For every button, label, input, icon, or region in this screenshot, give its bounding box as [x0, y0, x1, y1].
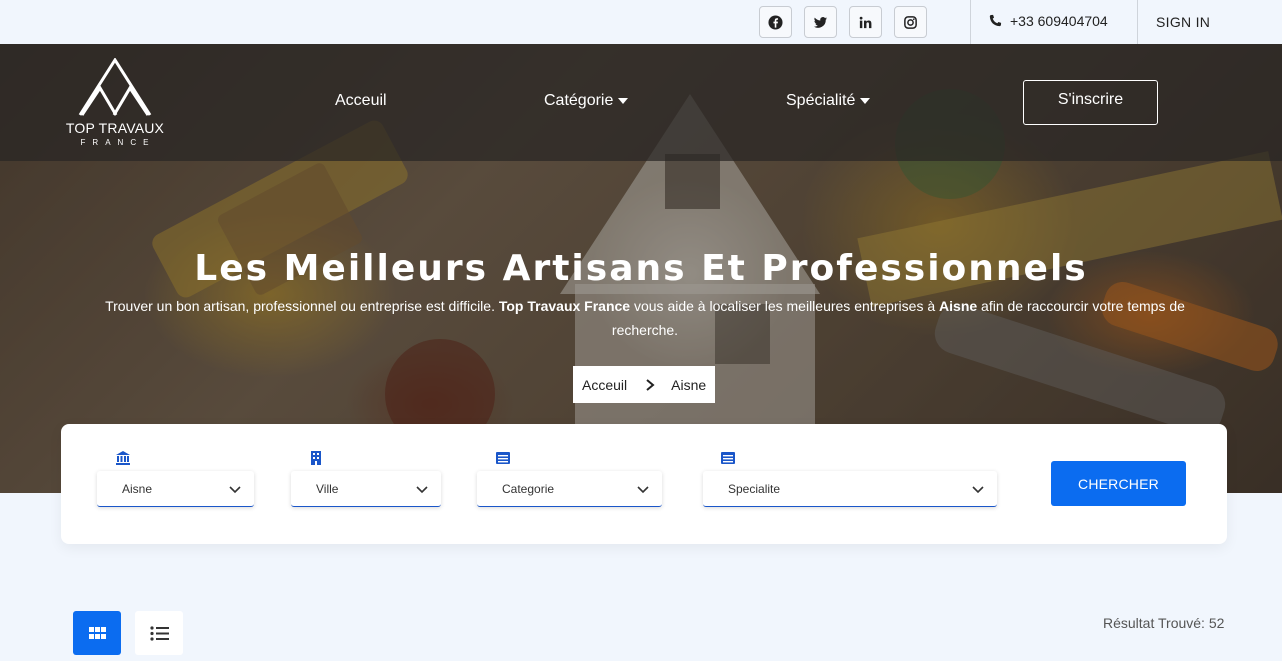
signup-button[interactable]: S'inscrire — [1023, 80, 1158, 125]
nav-specialite-label: Spécialité — [786, 92, 856, 109]
list-alt-icon — [496, 452, 510, 464]
hero-desc-text: Trouver un bon artisan, professionnel ou… — [105, 298, 499, 314]
specialite-select[interactable]: Specialite — [703, 471, 997, 507]
caret-down-icon — [618, 98, 629, 104]
breadcrumb-accueil[interactable]: Acceuil — [582, 377, 627, 393]
chevron-down-icon — [416, 486, 428, 494]
instagram-icon[interactable] — [894, 6, 927, 38]
nav-accueil-label: Acceuil — [335, 92, 387, 109]
search-button[interactable]: CHERCHER — [1051, 461, 1186, 506]
chevron-down-icon — [972, 486, 984, 494]
region-select-value: Aisne — [122, 481, 153, 496]
bank-icon — [116, 451, 130, 465]
breadcrumb-current: Aisne — [671, 376, 707, 393]
nav-specialite[interactable]: Spécialité — [786, 92, 871, 110]
topbar-divider — [970, 0, 971, 44]
specialite-select-value: Specialite — [728, 481, 781, 496]
hero-title: Les Meilleurs Artisans Et Professionnels — [194, 248, 1088, 289]
hero-desc-text: vous aide à localiser les meilleures ent… — [630, 298, 940, 314]
sign-in-link[interactable]: SIGN IN — [1156, 14, 1210, 30]
list-view-button[interactable] — [135, 611, 183, 655]
phone-number: +33 609404704 — [1010, 13, 1108, 29]
grid-icon — [88, 627, 106, 639]
grid-view-button[interactable] — [73, 611, 121, 655]
building-icon — [311, 451, 321, 465]
chevron-down-icon — [637, 486, 649, 494]
caret-down-icon — [860, 98, 871, 104]
region-select[interactable]: Aisne — [97, 471, 254, 507]
linkedin-icon[interactable] — [849, 6, 882, 38]
categorie-select[interactable]: Categorie — [477, 471, 662, 507]
main-navbar: TOP TRAVAUX FRANCE Acceuil Catégorie Spé… — [0, 44, 1282, 161]
categorie-select-value: Categorie — [502, 481, 555, 496]
list-alt-icon — [721, 452, 735, 464]
nav-categorie-label: Catégorie — [544, 92, 614, 109]
hero-desc-brand: Top Travaux France — [498, 298, 631, 314]
ville-select-value: Ville — [316, 481, 339, 496]
nav-accueil[interactable]: Acceuil — [335, 92, 387, 110]
chevron-right-icon — [646, 378, 655, 391]
hero-description: Trouver un bon artisan, professionnel ou… — [80, 294, 1210, 342]
logo-text: TOP TRAVAUX — [65, 120, 165, 136]
facebook-icon[interactable] — [759, 6, 792, 38]
hero-desc-city: Aisne — [939, 298, 978, 314]
topbar-divider — [1137, 0, 1138, 44]
phone-icon — [989, 14, 1002, 27]
result-count: Résultat Trouvé: 52 — [1103, 615, 1225, 631]
twitter-icon[interactable] — [804, 6, 837, 38]
search-card: Aisne Ville Categorie Specialite CHERCHE… — [61, 424, 1227, 544]
breadcrumb: Acceuil Aisne — [573, 366, 715, 403]
chevron-down-icon — [229, 486, 241, 494]
mountain-logo-icon — [78, 57, 152, 116]
logo-subtext: FRANCE — [80, 138, 156, 147]
site-logo[interactable]: TOP TRAVAUX FRANCE — [60, 57, 170, 150]
top-utility-bar: +33 609404704 SIGN IN — [0, 0, 1282, 44]
ville-select[interactable]: Ville — [291, 471, 441, 507]
phone-link[interactable]: +33 609404704 — [988, 13, 1108, 29]
list-icon — [149, 625, 169, 641]
nav-categorie[interactable]: Catégorie — [544, 92, 629, 110]
